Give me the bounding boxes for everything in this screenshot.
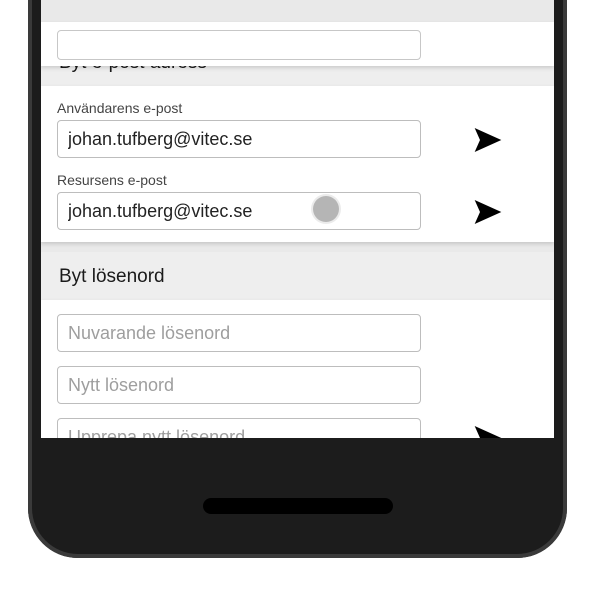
change-password-card (41, 300, 554, 438)
user-email-label: Användarens e-post (57, 100, 421, 116)
spacer (443, 350, 533, 352)
repeat-password-row (57, 418, 538, 438)
phone-frame: Byt e-post adress Användarens e-post (28, 0, 567, 558)
phone-speaker (203, 498, 393, 514)
submit-resource-email-button[interactable] (443, 196, 533, 230)
resource-email-input[interactable] (57, 192, 421, 230)
send-icon (472, 124, 504, 156)
user-email-row: Användarens e-post (57, 100, 538, 158)
send-icon (472, 422, 504, 438)
app-content: Byt e-post adress Användarens e-post (41, 0, 554, 438)
spacer (443, 402, 533, 404)
repeat-password-input[interactable] (57, 418, 421, 438)
resource-email-label: Resursens e-post (57, 172, 421, 188)
previous-card-edge (41, 22, 554, 66)
submit-user-email-button[interactable] (443, 124, 533, 158)
send-icon (472, 196, 504, 228)
user-email-input[interactable] (57, 120, 421, 158)
previous-input[interactable] (57, 30, 421, 60)
change-password-header: Byt lösenord (41, 252, 554, 300)
resource-email-row: Resursens e-post (57, 172, 538, 230)
submit-password-button[interactable] (443, 422, 533, 438)
current-password-row (57, 314, 538, 352)
current-password-input[interactable] (57, 314, 421, 352)
touch-indicator (313, 196, 339, 222)
change-email-card: Användarens e-post Resursens e-post (41, 86, 554, 242)
new-password-row (57, 366, 538, 404)
new-password-input[interactable] (57, 366, 421, 404)
phone-screen: Byt e-post adress Användarens e-post (41, 0, 554, 438)
